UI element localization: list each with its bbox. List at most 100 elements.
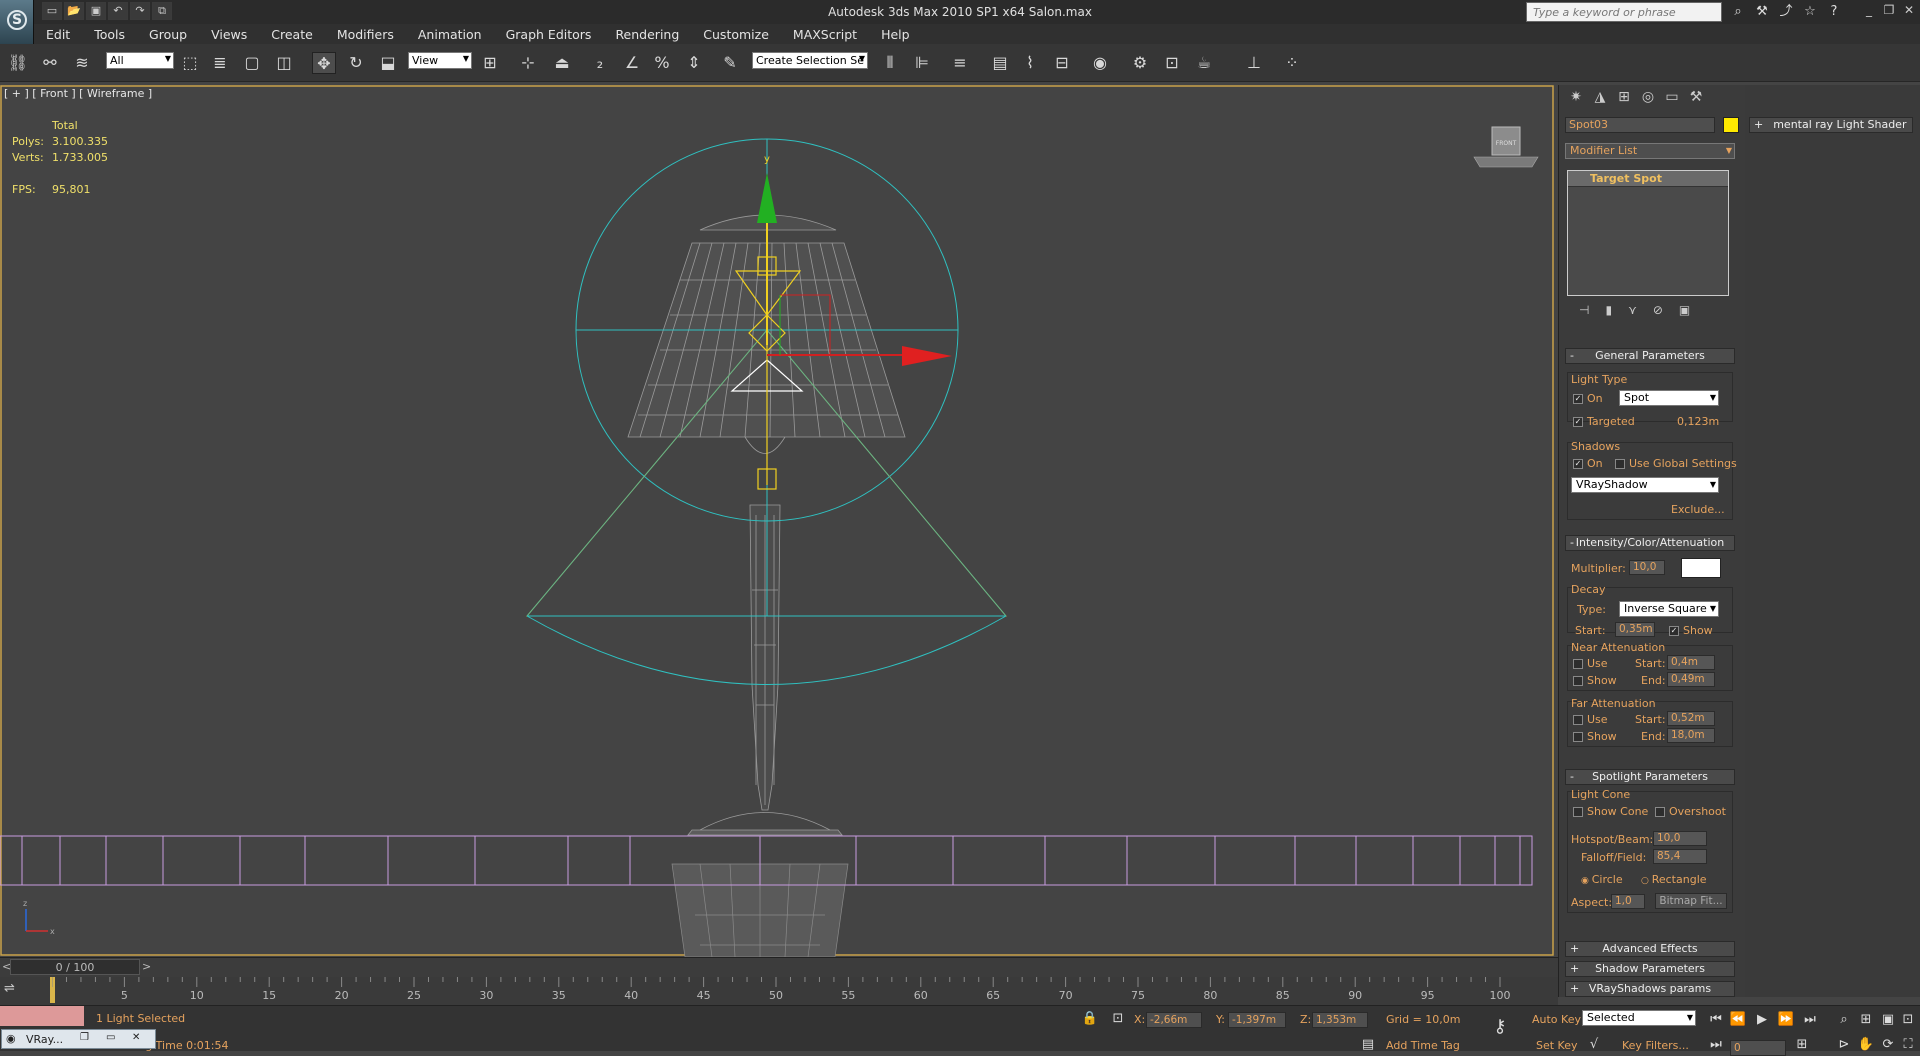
x-coord-field[interactable]: -2,66m (1146, 1012, 1202, 1028)
help-icon[interactable]: ? (1824, 3, 1844, 21)
far-end-spinner[interactable]: 18,0m (1667, 728, 1715, 743)
create-tab-icon[interactable]: ✷ (1565, 89, 1587, 109)
lock-selection-icon[interactable]: 🔒 (1080, 1010, 1100, 1028)
light-on-checkbox[interactable]: ✓ On (1573, 392, 1603, 405)
remove-modifier-icon[interactable]: ⊘ (1653, 303, 1663, 321)
next-frame-button[interactable]: > (142, 960, 151, 973)
maxscript-listener[interactable] (0, 1006, 84, 1026)
overshoot-checkbox[interactable]: Overshoot (1655, 805, 1726, 818)
new-file-icon[interactable]: ▭ (42, 2, 62, 20)
align-icon[interactable]: ⊫ (910, 52, 934, 74)
named-selection-set-dropdown[interactable]: Create Selection Se (752, 52, 868, 69)
menu-create[interactable]: Create (259, 27, 325, 42)
decay-start-spinner[interactable]: 0,35m (1615, 622, 1655, 637)
use-global-settings-checkbox[interactable]: Use Global Settings (1615, 457, 1737, 470)
communication-icon[interactable]: ⤴ (1776, 3, 1796, 21)
application-button[interactable]: S (0, 0, 34, 44)
exclude-button[interactable]: Exclude... (1671, 503, 1725, 516)
mirror-icon[interactable]: ⫴ (878, 52, 902, 74)
time-slider[interactable]: 0 / 100 (10, 959, 140, 975)
key-filters-button[interactable]: Key Filters... (1622, 1039, 1689, 1052)
project-folder-icon[interactable]: ⧉ (152, 2, 172, 20)
make-unique-icon[interactable]: ⋎ (1628, 303, 1637, 321)
minimized-maximize-icon[interactable]: ▭ (106, 1032, 115, 1043)
save-file-icon[interactable]: ▣ (86, 2, 106, 20)
key-mode-toggle-icon[interactable]: ⏭ (1706, 1036, 1726, 1054)
near-start-spinner[interactable]: 0,4m (1667, 655, 1715, 670)
favorites-star-icon[interactable]: ☆ (1800, 3, 1820, 21)
bitmap-fit-button[interactable]: Bitmap Fit... (1655, 893, 1727, 909)
stack-item-target-spot[interactable]: Target Spot (1568, 171, 1728, 187)
near-end-spinner[interactable]: 0,49m (1667, 672, 1715, 687)
zoom-all-icon[interactable]: ⊞ (1856, 1011, 1876, 1029)
unlink-icon[interactable]: ⚯ (38, 52, 62, 74)
decay-show-checkbox[interactable]: ✓ Show (1669, 624, 1713, 637)
light-color-swatch[interactable] (1681, 558, 1721, 578)
intensity-rollout[interactable]: - Intensity/Color/Attenuation (1565, 535, 1735, 551)
object-name-field[interactable]: Spot03 (1565, 117, 1715, 133)
configure-modifier-sets-icon[interactable]: ▣ (1679, 303, 1690, 321)
far-start-spinner[interactable]: 0,52m (1667, 711, 1715, 726)
set-key-button[interactable]: Set Key (1536, 1039, 1578, 1052)
object-color-swatch[interactable] (1723, 117, 1739, 133)
graphite-ribbon-icon[interactable]: ▤ (988, 52, 1012, 74)
select-object-icon[interactable]: ⬚ (178, 52, 202, 74)
decay-type-dropdown[interactable]: Inverse Square (1619, 601, 1719, 617)
material-editor-icon[interactable]: ◉ (1088, 52, 1112, 74)
set-key-toggle-icon[interactable]: √ (1584, 1036, 1604, 1054)
vray-frame-buffer-icon[interactable]: ⁘ (1280, 52, 1304, 74)
falloff-spinner[interactable]: 85,4 (1653, 849, 1707, 864)
spotlight-parameters-rollout[interactable]: - Spotlight Parameters (1565, 769, 1735, 785)
menu-graph-editors[interactable]: Graph Editors (494, 27, 604, 42)
subscription-icon[interactable]: ⚒ (1752, 3, 1772, 21)
percent-snap-icon[interactable]: % (650, 52, 674, 74)
modifier-list-dropdown[interactable]: Modifier List (1565, 143, 1735, 159)
selection-filter-dropdown[interactable]: All (106, 52, 174, 69)
pan-view-icon[interactable]: ✋ (1856, 1036, 1876, 1054)
minimized-close-icon[interactable]: ✕ (132, 1032, 140, 1043)
show-cone-checkbox[interactable]: Show Cone (1573, 805, 1648, 818)
minimized-window-vray[interactable]: ◉ VRay... ❐ ▭ ✕ (1, 1029, 156, 1049)
restore-button[interactable]: ❐ (1882, 3, 1896, 17)
open-file-icon[interactable]: 📂 (64, 2, 84, 20)
far-use-checkbox[interactable]: Use (1573, 713, 1608, 726)
render-production-icon[interactable]: ☕ (1192, 52, 1216, 74)
edit-named-selection-icon[interactable]: ✎ (718, 52, 742, 74)
menu-tools[interactable]: Tools (82, 27, 137, 42)
binoculars-icon[interactable]: ⌕ (1728, 3, 1748, 21)
select-by-name-icon[interactable]: ≣ (208, 52, 232, 74)
maximize-viewport-icon[interactable]: ⛶ (1898, 1036, 1918, 1054)
curve-editor-icon[interactable]: ⌇ (1018, 52, 1042, 74)
orbit-icon[interactable]: ⟳ (1878, 1036, 1898, 1054)
rollout-advanced-effects[interactable]: + Advanced Effects (1565, 941, 1735, 957)
menu-modifiers[interactable]: Modifiers (325, 27, 406, 42)
absolute-mode-icon[interactable]: ⊡ (1108, 1010, 1128, 1028)
zoom-icon[interactable]: ⌕ (1834, 1011, 1854, 1029)
spinner-snap-icon[interactable]: ⇕ (682, 52, 706, 74)
select-and-rotate-icon[interactable]: ↻ (344, 52, 368, 74)
play-icon[interactable]: ▶ (1752, 1011, 1772, 1029)
layer-manager-icon[interactable]: ≡ (948, 52, 972, 74)
rectangular-selection-icon[interactable]: ▢ (240, 52, 264, 74)
search-input[interactable]: Type a keyword or phrase (1526, 2, 1722, 22)
pivot-center-icon[interactable]: ⊞ (478, 52, 502, 74)
go-to-start-icon[interactable]: ⏮ (1706, 1011, 1726, 1029)
keyboard-shortcut-icon[interactable]: ⏏ (550, 52, 574, 74)
mental-ray-light-shader-rollout[interactable]: + mental ray Light Shader (1749, 117, 1913, 133)
aspect-spinner[interactable]: 1,0 (1611, 894, 1645, 909)
motion-tab-icon[interactable]: ◎ (1637, 89, 1659, 109)
minimized-restore-icon[interactable]: ❐ (80, 1032, 89, 1043)
general-parameters-rollout[interactable]: - General Parameters (1565, 348, 1735, 364)
modify-tab-icon[interactable]: ◮ (1589, 89, 1611, 109)
front-viewport[interactable]: [ + ] [ Front ] [ Wireframe ] Total Poly… (0, 85, 1555, 957)
reference-coordinate-dropdown[interactable]: View (408, 52, 472, 69)
menu-edit[interactable]: Edit (34, 27, 82, 42)
time-tag-icon[interactable]: ▤ (1358, 1036, 1378, 1054)
menu-animation[interactable]: Animation (406, 27, 494, 42)
manipulate-icon[interactable]: ⊹ (516, 52, 540, 74)
hotspot-spinner[interactable]: 10,0 (1653, 831, 1707, 846)
rendered-frame-window-icon[interactable]: ⊡ (1160, 52, 1184, 74)
close-button[interactable]: ✕ (1902, 3, 1916, 17)
snaps-toggle-icon[interactable]: ₂ (588, 52, 612, 74)
viewcube[interactable]: FRONT (1466, 123, 1546, 173)
